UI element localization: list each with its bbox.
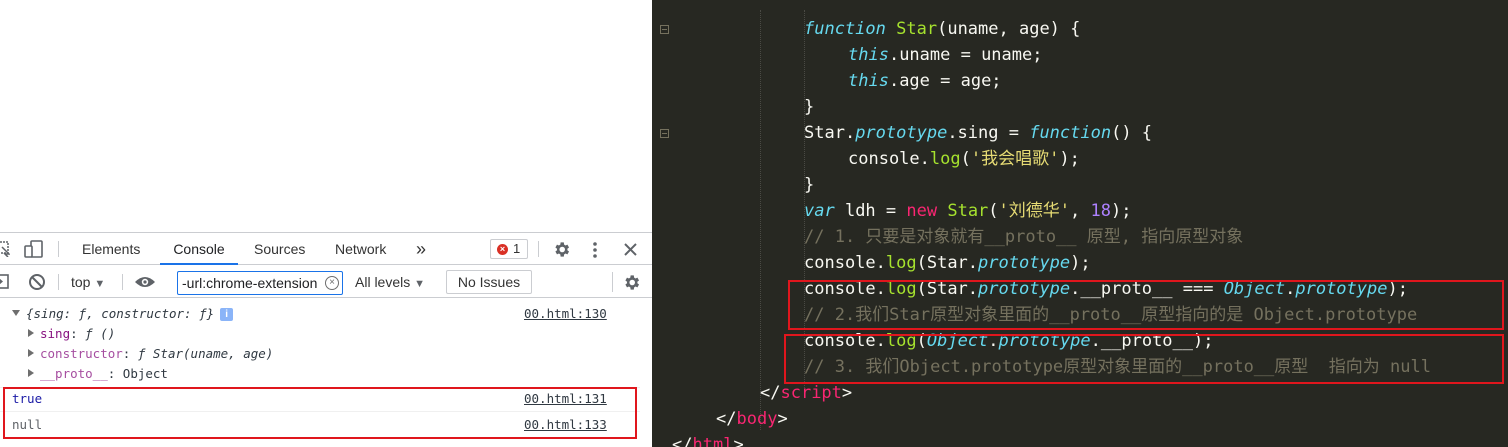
prop-value: Object bbox=[122, 366, 168, 381]
console-object-row[interactable]: {sing: ƒ, constructor: ƒ} i 00.html:130 bbox=[0, 304, 640, 324]
object-prop-row[interactable]: __proto__: Object bbox=[0, 364, 640, 384]
object-prop-row[interactable]: sing: ƒ () bbox=[0, 324, 640, 344]
collapse-triangle-icon[interactable] bbox=[28, 349, 34, 357]
tabbar-divider-2 bbox=[538, 241, 539, 257]
prop-value: ƒ () bbox=[85, 326, 116, 341]
devtools-panel: Elements Console Sources Network » × 1 t… bbox=[0, 232, 652, 447]
sidebar-icon[interactable] bbox=[0, 274, 10, 290]
error-count: 1 bbox=[513, 241, 521, 256]
context-label: top bbox=[71, 274, 91, 290]
prop-key: sing bbox=[40, 326, 71, 341]
tab-network[interactable]: Network bbox=[335, 233, 386, 265]
fold-marker-icon[interactable] bbox=[660, 25, 669, 34]
context-selector[interactable]: top ▼ bbox=[71, 266, 105, 298]
levels-dropdown-icon: ▼ bbox=[414, 278, 426, 290]
highlight-box bbox=[784, 334, 1504, 384]
filter-input[interactable]: -url:chrome-extension × bbox=[177, 271, 343, 295]
dropdown-icon: ▼ bbox=[94, 278, 106, 290]
error-icon: × bbox=[497, 244, 508, 255]
prop-key: __proto__ bbox=[40, 366, 108, 381]
collapse-triangle-icon[interactable] bbox=[28, 369, 34, 377]
settings-gear-icon[interactable] bbox=[622, 273, 641, 292]
code-line: this.uname = uname; bbox=[848, 45, 1043, 65]
device-icon[interactable] bbox=[24, 240, 44, 258]
close-icon[interactable] bbox=[624, 243, 637, 256]
clear-filter-icon[interactable]: × bbox=[325, 276, 339, 290]
fold-marker-icon[interactable] bbox=[660, 129, 669, 138]
info-icon[interactable]: i bbox=[220, 308, 234, 321]
tab-sources[interactable]: Sources bbox=[254, 233, 305, 265]
code-editor[interactable]: function Star(uname, age) { this.uname =… bbox=[652, 0, 1508, 447]
filter-value: -url:chrome-extension bbox=[182, 275, 318, 291]
code-line: var ldh = new Star('刘德华', 18); bbox=[804, 201, 1132, 221]
collapse-triangle-icon[interactable] bbox=[28, 329, 34, 337]
source-link[interactable]: 00.html:130 bbox=[524, 304, 607, 324]
object-summary: {sing: ƒ, constructor: ƒ} bbox=[26, 306, 215, 321]
indent-guide bbox=[760, 10, 761, 430]
console-output: {sing: ƒ, constructor: ƒ} i 00.html:130 s… bbox=[0, 299, 652, 447]
code-line: } bbox=[804, 175, 815, 195]
kebab-icon[interactable] bbox=[591, 241, 599, 259]
inspect-icon[interactable] bbox=[0, 241, 10, 257]
console-toolbar: top ▼ -url:chrome-extension × All levels… bbox=[0, 266, 652, 298]
prop-key: constructor bbox=[40, 346, 123, 361]
prop-value: ƒ Star(uname, age) bbox=[137, 346, 274, 361]
eye-icon[interactable] bbox=[134, 275, 156, 289]
code-line: console.log(Star.prototype); bbox=[804, 253, 1091, 273]
code-line: this.age = age; bbox=[848, 71, 1002, 91]
more-tabs-icon[interactable]: » bbox=[416, 233, 426, 265]
clear-icon[interactable] bbox=[28, 273, 46, 291]
code-line: </html> bbox=[672, 435, 744, 447]
tab-elements[interactable]: Elements bbox=[82, 233, 140, 265]
levels-label: All levels bbox=[355, 274, 411, 290]
code-line: function Star(uname, age) { bbox=[804, 19, 1081, 39]
error-counter-button[interactable]: × 1 bbox=[490, 239, 528, 259]
page-viewport bbox=[0, 0, 652, 232]
expand-triangle-icon[interactable] bbox=[12, 310, 20, 316]
code-line: } bbox=[804, 97, 815, 117]
code-line: console.log('我会唱歌'); bbox=[848, 149, 1080, 169]
devtools-tabbar: Elements Console Sources Network » × 1 bbox=[0, 233, 652, 265]
browser-pane: Elements Console Sources Network » × 1 t… bbox=[0, 0, 652, 447]
code-comment: // 1. 只要是对象就有__proto__ 原型, 指向原型对象 bbox=[804, 227, 1244, 247]
issues-button[interactable]: No Issues bbox=[446, 270, 532, 294]
gear-icon[interactable] bbox=[552, 240, 571, 259]
levels-dropdown[interactable]: All levels ▼ bbox=[355, 266, 425, 298]
tabbar-divider bbox=[58, 241, 59, 257]
highlight-box bbox=[3, 387, 637, 439]
tab-console[interactable]: Console bbox=[160, 233, 238, 265]
toolbar-divider-2 bbox=[122, 274, 123, 290]
toolbar-divider-3 bbox=[612, 272, 613, 292]
object-prop-row[interactable]: constructor: ƒ Star(uname, age) bbox=[0, 344, 640, 364]
code-line: </body> bbox=[716, 409, 788, 429]
highlight-box bbox=[788, 280, 1504, 330]
code-line: Star.prototype.sing = function() { bbox=[804, 123, 1153, 143]
toolbar-divider bbox=[58, 274, 59, 290]
